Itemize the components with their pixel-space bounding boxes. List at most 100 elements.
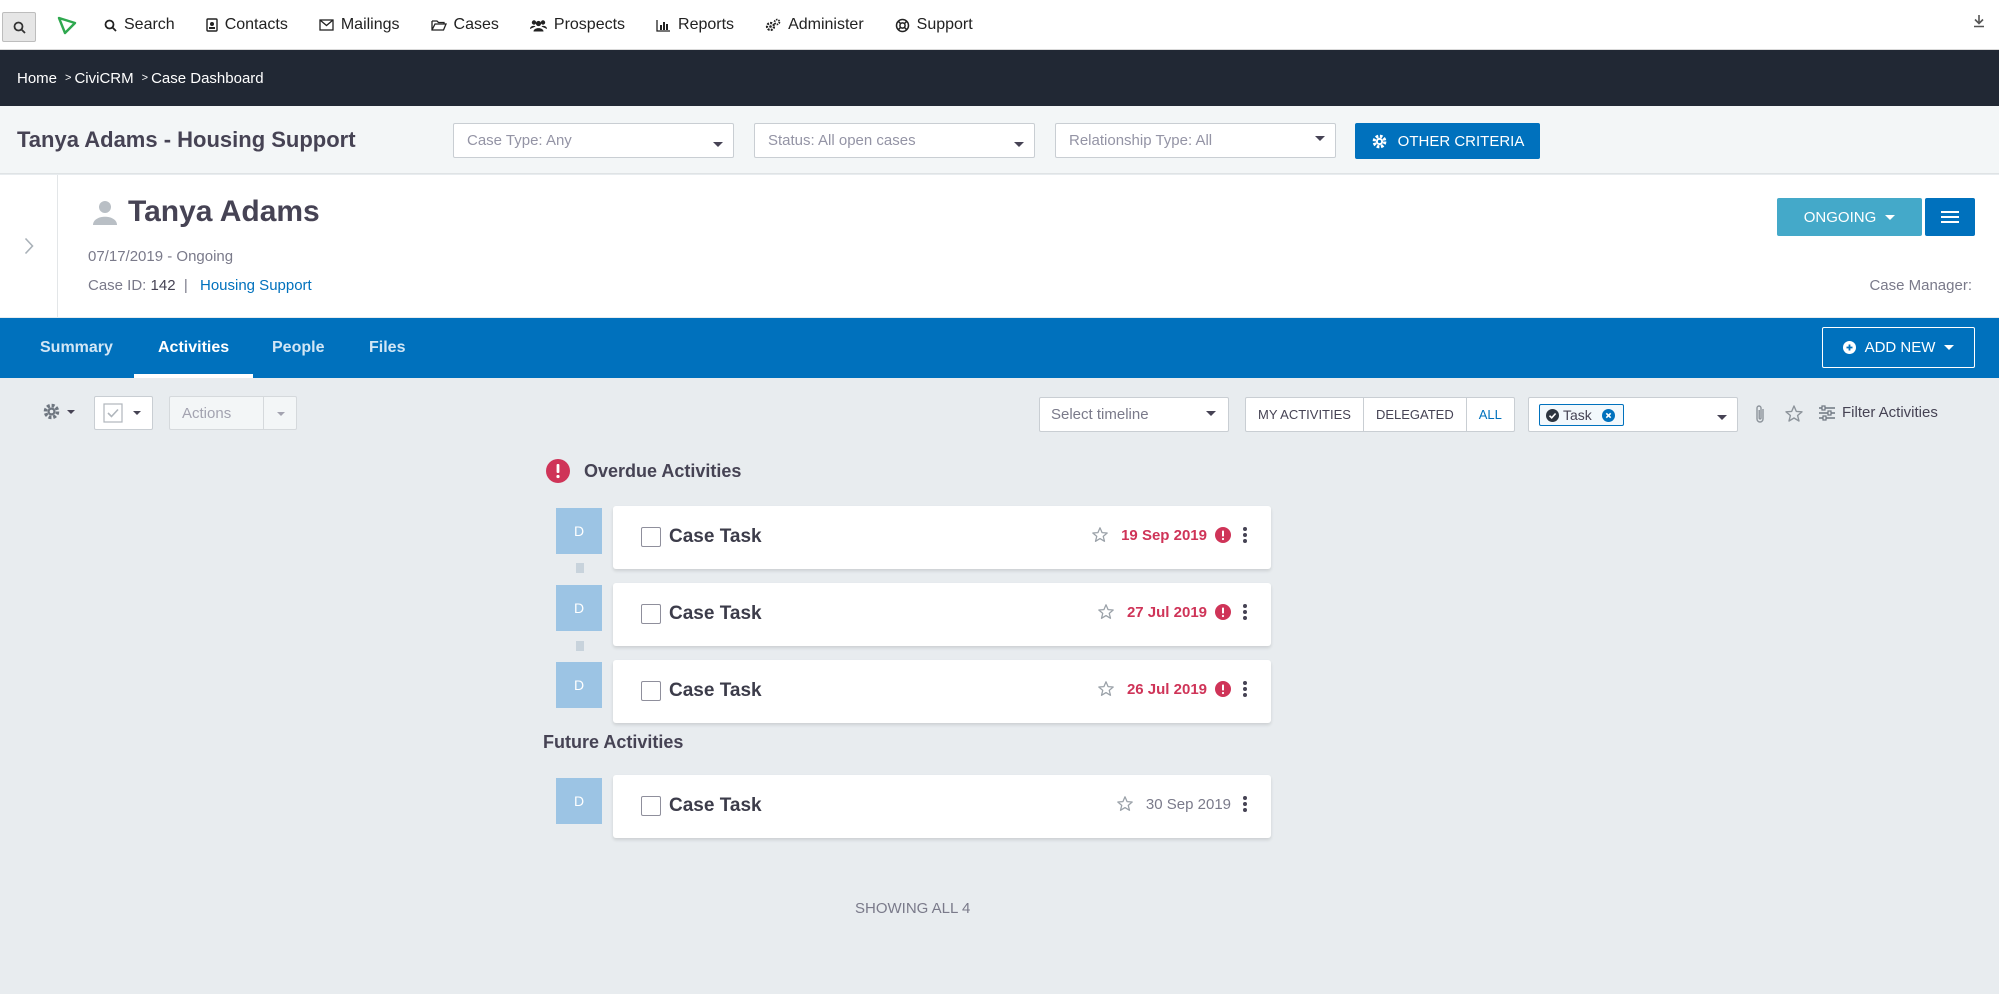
menu-item-support[interactable]: Support — [895, 16, 973, 34]
star-icon[interactable] — [1097, 680, 1115, 698]
relationship-type-value: Relationship Type: All — [1069, 132, 1213, 149]
sliders-icon — [1819, 404, 1835, 421]
download-arrow-icon[interactable] — [1973, 14, 1985, 28]
status-select[interactable]: Status: All open cases — [754, 123, 1035, 158]
breadcrumb-civicrm[interactable]: CiviCRM — [74, 70, 133, 87]
client-name-text[interactable]: Tanya Adams — [128, 195, 320, 229]
activity-more-menu-icon[interactable] — [1243, 527, 1247, 543]
case-type-select[interactable]: Case Type: Any — [453, 123, 734, 158]
activity-checkbox[interactable] — [641, 604, 661, 624]
case-type-link[interactable]: Housing Support — [200, 277, 312, 294]
activity-meta: 27 Jul 2019 — [1097, 603, 1247, 621]
activity-checkbox[interactable] — [641, 796, 661, 816]
timeline-select[interactable]: Select timeline — [1039, 397, 1229, 432]
tab-summary[interactable]: Summary — [40, 318, 113, 378]
page-header: Tanya Adams - Housing Support Case Type:… — [0, 106, 1999, 174]
caret-down-icon — [133, 411, 141, 415]
chevron-down-icon — [1717, 415, 1727, 420]
activity-more-menu-icon[interactable] — [1243, 604, 1247, 620]
filter-delegated[interactable]: Delegated — [1364, 398, 1467, 431]
case-client-name: Tanya Adams — [92, 195, 320, 229]
activity-more-menu-icon[interactable] — [1243, 681, 1247, 697]
plus-circle-icon — [1842, 341, 1856, 354]
paperclip-icon[interactable] — [1753, 404, 1767, 426]
menu-item-label: Reports — [678, 16, 735, 33]
quick-search-button[interactable] — [2, 12, 36, 42]
actions-dropdown[interactable]: Actions — [169, 396, 297, 430]
caret-down-icon — [1885, 214, 1896, 220]
activity-title[interactable]: Case Task — [669, 795, 762, 817]
menu-item-reports[interactable]: Reports — [656, 16, 734, 34]
assignee-avatar[interactable]: D — [556, 662, 602, 708]
overdue-warning-icon — [1215, 527, 1231, 543]
top-menu-bar: Search Contacts Mailings Cases Prospects… — [0, 0, 1999, 50]
filter-activities-button[interactable]: Filter Activities — [1818, 404, 1938, 421]
case-actions-menu-button[interactable] — [1925, 198, 1975, 236]
menu-item-label: Mailings — [340, 16, 400, 33]
caret-down-icon — [1944, 345, 1955, 350]
activity-card[interactable]: Case Task 19 Sep 2019 — [613, 506, 1271, 569]
bulk-select-dropdown[interactable] — [94, 396, 153, 430]
exclamation-circle-icon — [546, 459, 570, 483]
chevron-down-icon — [1014, 142, 1024, 147]
remove-tag-icon[interactable] — [1601, 408, 1615, 422]
star-icon[interactable] — [1097, 603, 1115, 621]
expand-sidebar-toggle[interactable] — [0, 175, 58, 317]
activity-title[interactable]: Case Task — [669, 680, 762, 702]
case-status-label: Ongoing — [1803, 208, 1877, 226]
star-icon[interactable] — [1091, 526, 1109, 544]
menu-item-mailings[interactable]: Mailings — [319, 16, 400, 34]
category-tag: Task — [1539, 404, 1624, 426]
activity-category-select[interactable]: Task — [1528, 397, 1738, 432]
menu-item-administer[interactable]: Administer — [765, 16, 864, 34]
activity-settings-button[interactable] — [42, 402, 75, 421]
activity-card[interactable]: Case Task 26 Jul 2019 — [613, 660, 1271, 723]
civicrm-logo-icon[interactable] — [56, 14, 78, 36]
chevron-down-icon — [1315, 136, 1325, 141]
future-activities-heading: Future Activities — [543, 732, 683, 753]
activity-card[interactable]: Case Task 30 Sep 2019 — [613, 775, 1271, 838]
activity-date: 19 Sep 2019 — [1121, 526, 1207, 544]
relationship-type-select[interactable]: Relationship Type: All — [1055, 123, 1336, 158]
breadcrumb-case-dashboard[interactable]: Case Dashboard — [151, 70, 264, 87]
tab-people[interactable]: People — [272, 318, 324, 378]
menu-item-label: Cases — [453, 16, 499, 33]
star-icon[interactable] — [1116, 795, 1134, 813]
chevron-down-icon — [1206, 411, 1216, 416]
case-status-button[interactable]: Ongoing — [1777, 198, 1922, 236]
activity-checkbox[interactable] — [641, 681, 661, 701]
menu-item-search[interactable]: Search — [104, 16, 175, 34]
menu-item-cases[interactable]: Cases — [430, 16, 499, 34]
menu-item-prospects[interactable]: Prospects — [529, 16, 625, 34]
case-tabs: Summary Activities People Files Add new — [0, 318, 1999, 378]
other-criteria-button[interactable]: Other criteria — [1355, 123, 1540, 159]
activity-meta: 19 Sep 2019 — [1091, 526, 1247, 544]
activity-checkbox[interactable] — [641, 527, 661, 547]
filter-my-activities[interactable]: My activities — [1246, 398, 1364, 431]
case-id-value: 142 — [150, 277, 176, 294]
add-new-label: Add new — [1864, 339, 1936, 356]
chevron-right-icon — [24, 237, 34, 255]
breadcrumb: Home > CiviCRM > Case Dashboard — [0, 50, 1999, 106]
activity-title[interactable]: Case Task — [669, 526, 762, 548]
activity-more-menu-icon[interactable] — [1243, 796, 1247, 812]
actions-label: Actions — [182, 405, 232, 422]
assignee-avatar[interactable]: D — [556, 508, 602, 554]
activity-title[interactable]: Case Task — [669, 603, 762, 625]
showing-count: Showing all 4 — [855, 900, 971, 917]
split-divider — [263, 397, 264, 429]
tab-activities[interactable]: Activities — [134, 318, 254, 378]
star-filter-icon[interactable] — [1784, 404, 1804, 424]
add-new-button[interactable]: Add new — [1822, 327, 1975, 368]
timeline-placeholder: Select timeline — [1051, 406, 1149, 423]
main-menu: Search Contacts Mailings Cases Prospects… — [104, 0, 1004, 50]
tab-files[interactable]: Files — [369, 318, 405, 378]
activity-card[interactable]: Case Task 27 Jul 2019 — [613, 583, 1271, 646]
filter-all[interactable]: All — [1467, 398, 1514, 431]
breadcrumb-home[interactable]: Home — [17, 70, 57, 87]
life-ring-icon — [895, 18, 909, 32]
assignee-avatar[interactable]: D — [556, 778, 602, 824]
assignee-avatar[interactable]: D — [556, 585, 602, 631]
timeline-connector — [576, 641, 584, 651]
menu-item-contacts[interactable]: Contacts — [206, 16, 288, 34]
